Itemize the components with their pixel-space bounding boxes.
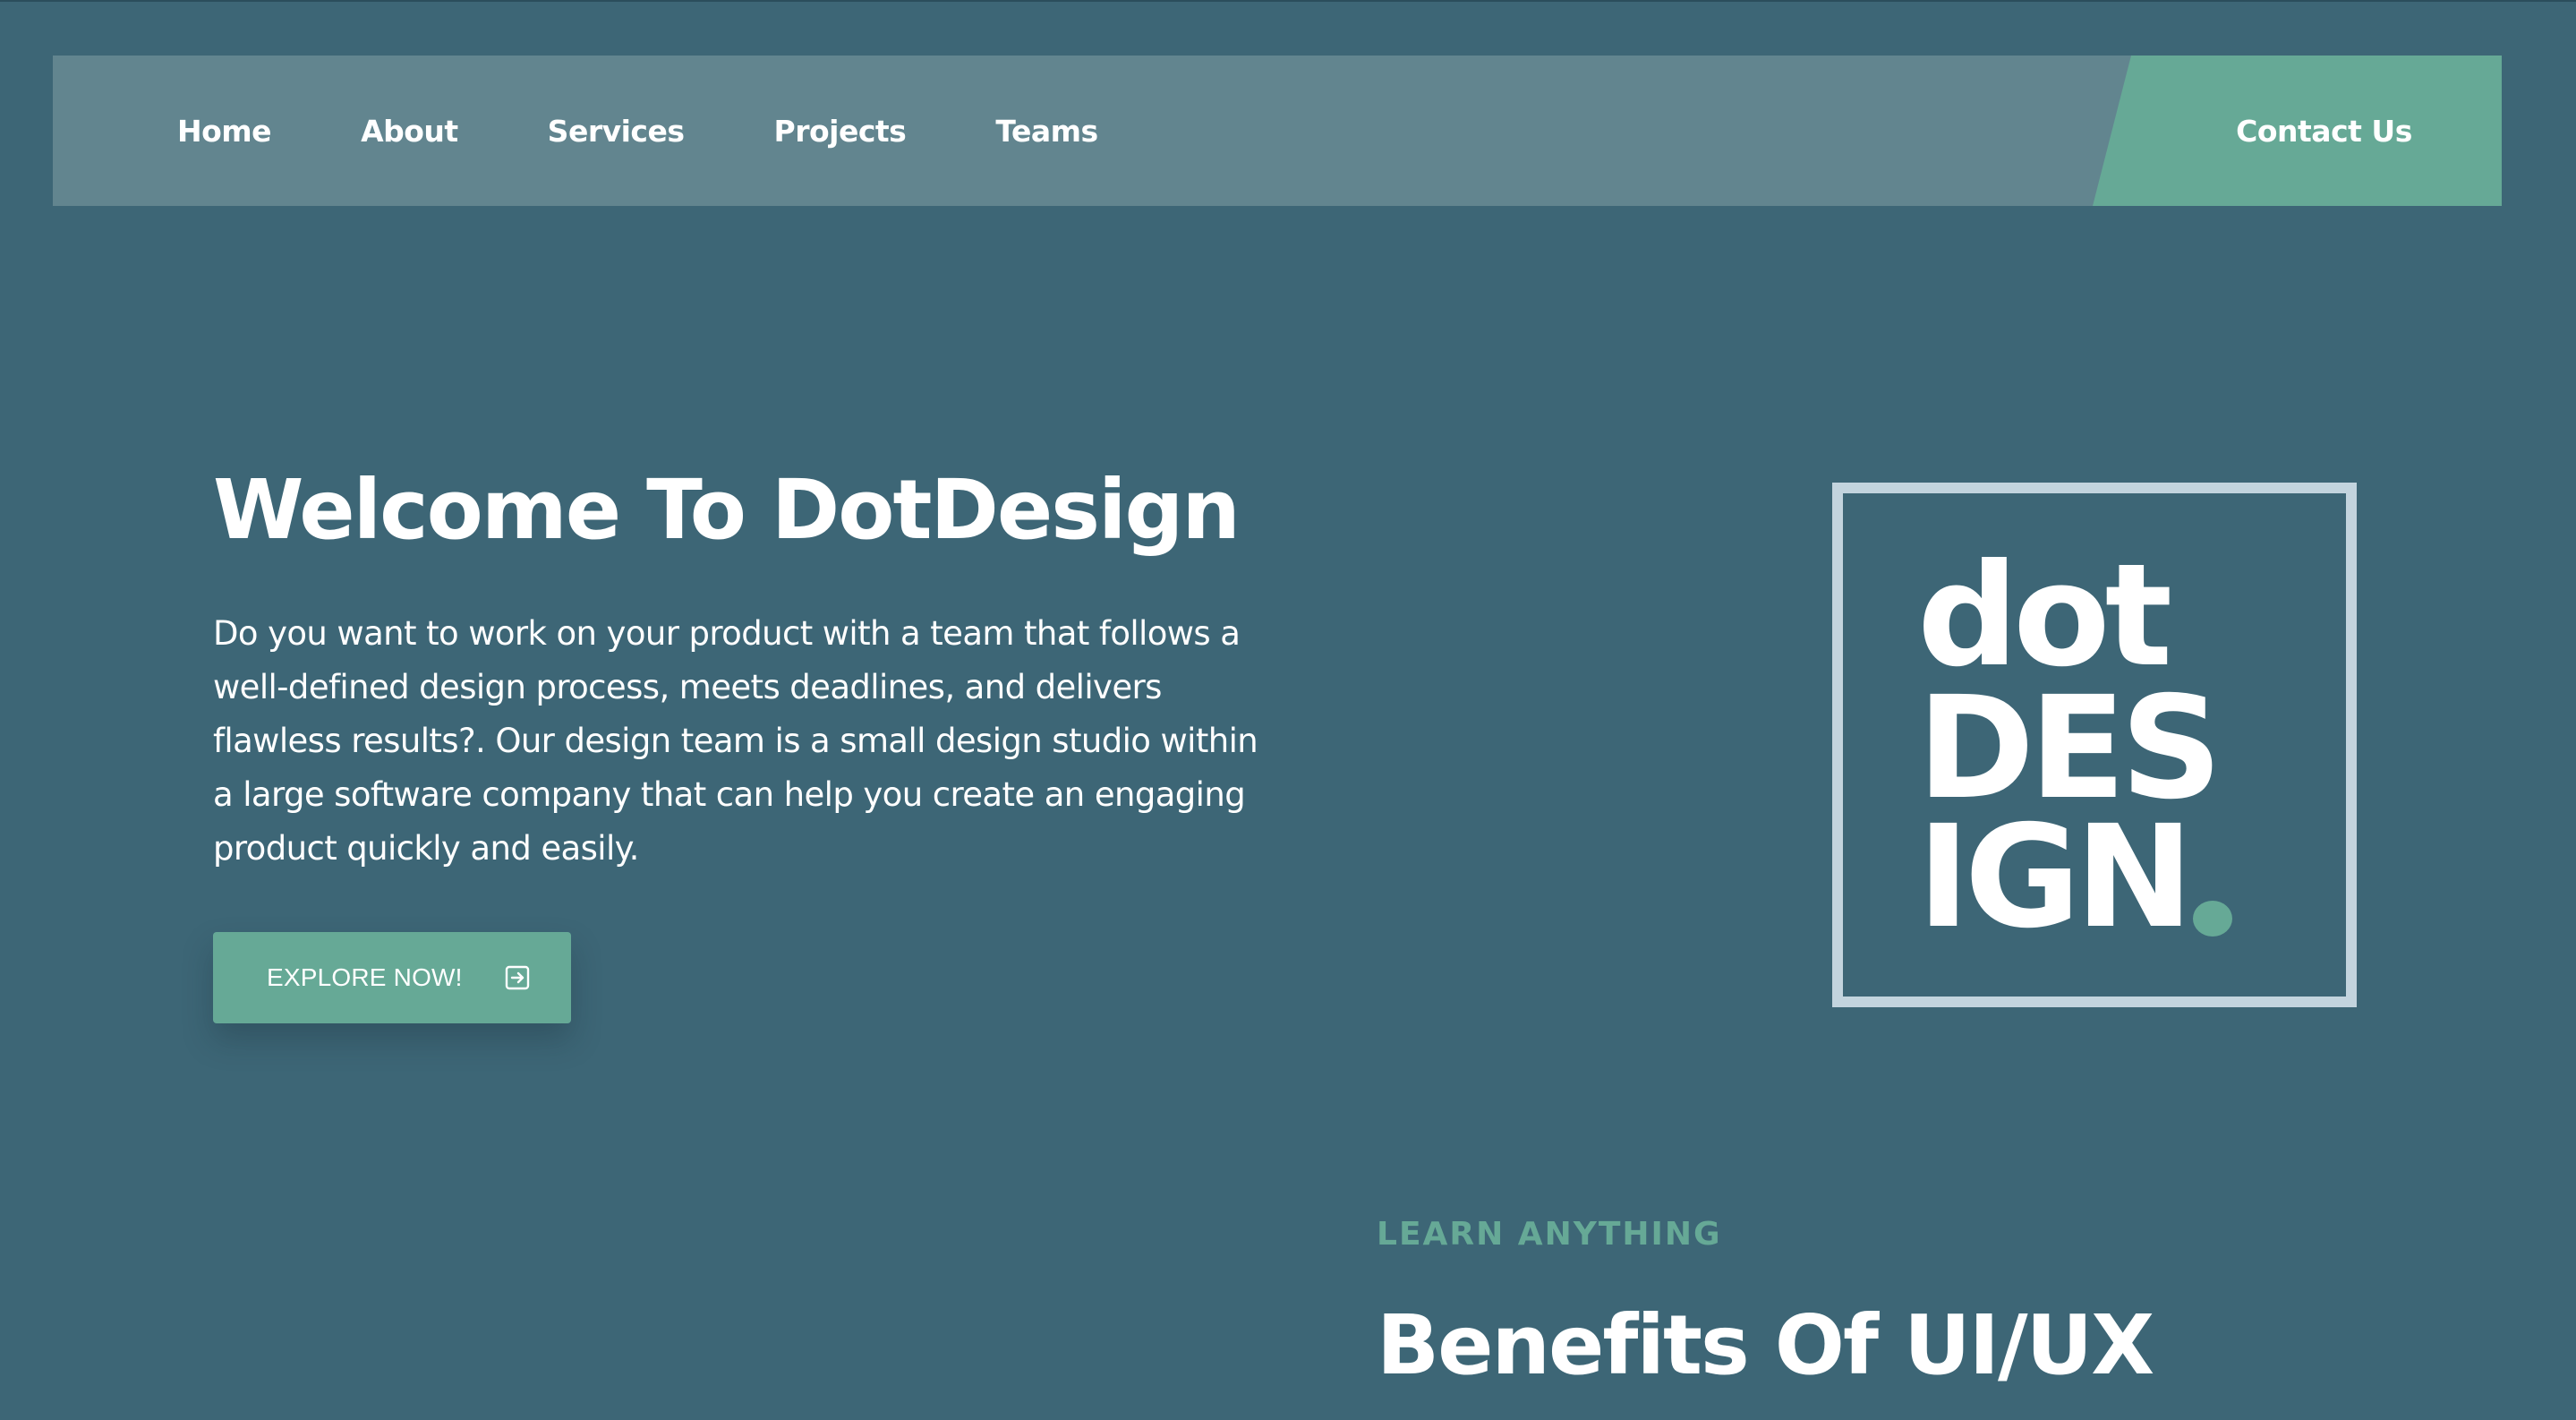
contact-us-label: Contact Us [2236,113,2412,149]
explore-now-label: EXPLORE NOW! [267,963,463,991]
section-title: Benefits Of UI/UX [1377,1297,2154,1393]
contact-us-button[interactable]: Contact Us [2093,56,2502,206]
logo-text-line-3: IGN [1917,795,2194,960]
section-eyebrow: LEARN ANYTHING [1377,1216,1722,1253]
hero-title: Welcome To DotDesign [213,462,1241,558]
logo-dot [2193,901,2232,937]
nav-links: Home About Services Projects Teams [177,56,1188,206]
dotdesign-logo: dot DES IGN [1832,483,2357,1007]
nav-link-services[interactable]: Services [548,114,685,149]
nav-link-projects[interactable]: Projects [774,114,907,149]
nav-link-teams[interactable]: Teams [995,114,1098,149]
explore-now-button[interactable]: EXPLORE NOW! [213,932,571,1023]
nav-link-about[interactable]: About [361,114,458,149]
hero-description: Do you want to work on your product with… [213,614,1258,868]
arrow-right-box-icon [504,964,531,991]
window-top-edge [0,0,2576,2]
nav-link-home[interactable]: Home [177,114,272,149]
